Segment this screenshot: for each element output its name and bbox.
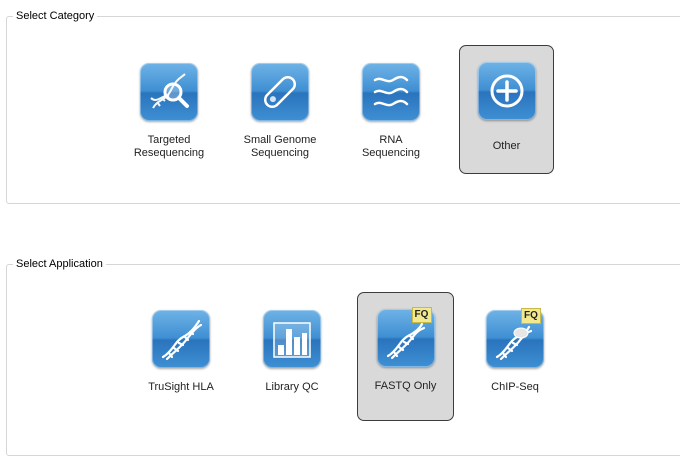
dna-chip-fastq-icon: FQ: [486, 308, 544, 368]
bar-chart-icon: [263, 310, 321, 368]
tile-library-qc[interactable]: Library QC: [246, 293, 338, 419]
dna-magnifier-icon: [140, 63, 198, 121]
tile-other[interactable]: Other: [459, 45, 554, 174]
tile-label: Library QC: [265, 381, 319, 393]
tile-label: ChIP-Seq: [491, 381, 539, 393]
fq-badge: FQ: [411, 307, 432, 323]
tile-targeted-resequencing[interactable]: Targeted Resequencing: [123, 46, 215, 172]
tile-label: RNA Sequencing: [361, 134, 421, 159]
tile-trusight-hla[interactable]: TruSight HLA: [135, 293, 227, 419]
tile-rna-sequencing[interactable]: RNA Sequencing: [345, 46, 437, 172]
application-group-legend: Select Application: [13, 258, 106, 271]
tile-small-genome-sequencing[interactable]: Small Genome Sequencing: [234, 46, 326, 172]
rna-strands-icon: [362, 63, 420, 121]
capsule-icon: [251, 63, 309, 121]
tile-label: Targeted Resequencing: [133, 134, 205, 159]
tile-fastq-only[interactable]: FQ FASTQ Only: [357, 292, 454, 421]
tile-label: FASTQ Only: [374, 380, 437, 392]
tile-chip-seq[interactable]: FQ ChIP-Seq: [469, 293, 561, 419]
category-group: Select Category: [6, 10, 680, 204]
category-group-legend: Select Category: [13, 10, 98, 23]
fq-badge: FQ: [521, 308, 541, 324]
tile-label: TruSight HLA: [148, 381, 214, 393]
dna-helix-icon: [152, 310, 210, 368]
tile-label: Small Genome Sequencing: [243, 134, 317, 159]
application-group: Select Application: [6, 258, 680, 456]
dna-fastq-icon: FQ: [376, 307, 435, 367]
tile-label: Other: [492, 140, 521, 152]
plus-circle-icon: [477, 62, 536, 120]
